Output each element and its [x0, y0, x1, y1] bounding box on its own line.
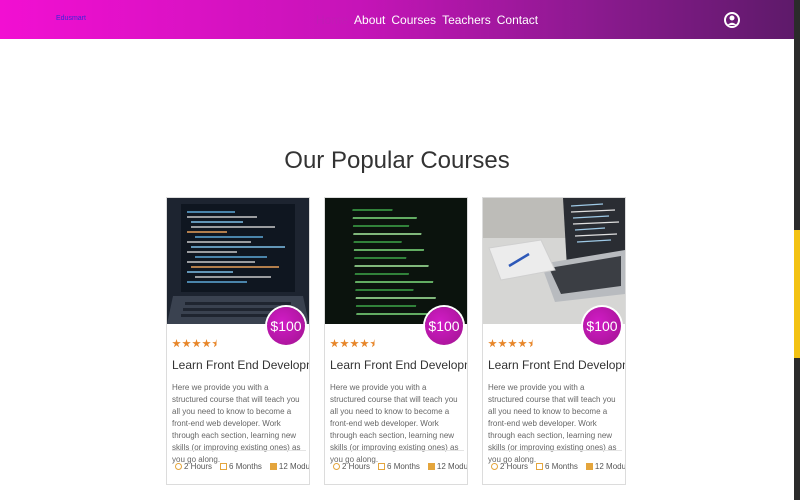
star-icon — [340, 339, 349, 348]
nav-links: Home About Courses Teachers Contact — [316, 13, 538, 27]
calendar-icon — [378, 463, 386, 470]
course-title[interactable]: Learn Front End Development — [172, 358, 309, 372]
course-modules: 12 Modules — [436, 462, 468, 471]
star-icon — [202, 339, 211, 348]
course-description: Here we provide you with a structured co… — [488, 383, 617, 464]
course-meta: 2 Hours 6 Months 12 Modules — [175, 462, 310, 471]
star-icon — [498, 339, 507, 348]
star-icon — [518, 339, 527, 348]
book-icon — [427, 463, 435, 470]
course-hours: 2 Hours — [184, 462, 213, 471]
star-icon — [508, 339, 517, 348]
star-icon — [350, 339, 359, 348]
nav-link-teachers[interactable]: Teachers — [442, 13, 491, 27]
clock-icon — [491, 463, 498, 470]
divider — [488, 450, 622, 451]
divider — [172, 450, 306, 451]
star-icon — [488, 339, 497, 348]
course-card[interactable]: $100 Learn Front End Development Here we… — [324, 197, 468, 485]
price-badge: $100 — [425, 307, 463, 345]
star-half-icon — [528, 339, 537, 348]
course-card[interactable]: $100 Learn Front End Development Here we… — [166, 197, 310, 485]
star-rating — [488, 339, 537, 348]
course-description: Here we provide you with a structured co… — [330, 383, 459, 464]
star-icon — [182, 339, 191, 348]
nav-link-contact[interactable]: Contact — [497, 13, 538, 27]
book-icon — [585, 463, 593, 470]
star-icon — [360, 339, 369, 348]
course-meta: 2 Hours 6 Months 12 Modules — [333, 462, 468, 471]
star-icon — [192, 339, 201, 348]
green-code-screen-image — [325, 198, 467, 324]
course-description: Here we provide you with a structured co… — [172, 383, 301, 464]
brand-logo[interactable]: Edusmart — [56, 15, 86, 22]
course-title[interactable]: Learn Front End Development — [330, 358, 467, 372]
star-icon — [330, 339, 339, 348]
course-title[interactable]: Learn Front End Development — [488, 358, 625, 372]
course-card[interactable]: $100 Learn Front End Development Here we… — [482, 197, 626, 485]
course-modules: 12 Modules — [278, 462, 310, 471]
course-months: 6 Months — [387, 462, 420, 471]
user-icon[interactable] — [724, 11, 740, 29]
course-modules: 12 Modules — [594, 462, 626, 471]
course-hours: 2 Hours — [500, 462, 529, 471]
clock-icon — [333, 463, 340, 470]
star-half-icon — [212, 339, 221, 348]
scrollbar-thumb[interactable] — [794, 230, 800, 358]
nav-link-courses[interactable]: Courses — [391, 13, 436, 27]
divider — [330, 450, 464, 451]
calendar-icon — [536, 463, 544, 470]
course-months: 6 Months — [229, 462, 262, 471]
course-meta: 2 Hours 6 Months 12 Modules — [491, 462, 626, 471]
course-months: 6 Months — [545, 462, 578, 471]
star-half-icon — [370, 339, 379, 348]
price-badge: $100 — [583, 307, 621, 345]
laptop-code-image — [167, 198, 309, 324]
nav-link-home[interactable]: Home — [316, 13, 348, 27]
price-badge: $100 — [267, 307, 305, 345]
navbar: Edusmart Home About Courses Teachers Con… — [0, 0, 794, 39]
section-title: Our Popular Courses — [284, 147, 510, 174]
star-rating — [330, 339, 379, 348]
clock-icon — [175, 463, 182, 470]
laptop-desk-image — [483, 198, 625, 324]
calendar-icon — [220, 463, 228, 470]
nav-link-about[interactable]: About — [354, 13, 385, 27]
star-rating — [172, 339, 221, 348]
course-hours: 2 Hours — [342, 462, 371, 471]
star-icon — [172, 339, 181, 348]
book-icon — [269, 463, 277, 470]
